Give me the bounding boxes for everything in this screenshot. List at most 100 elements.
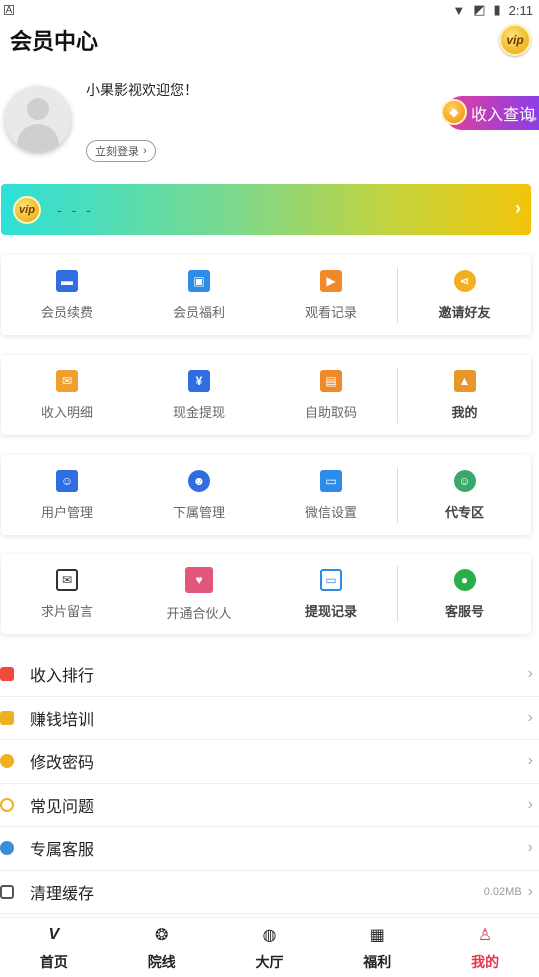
list-item-label: 修改密码 [30, 755, 95, 773]
settings-list: 收入排行 › 赚钱培训 › 修改密码 › 常见问题 › 专属客服 › 清理缓存 … [0, 653, 539, 914]
list-item-label: 专属客服 [30, 842, 95, 860]
header: 会员中心 vip [0, 20, 539, 60]
grid-item-partner[interactable]: ♥ 开通合伙人 [133, 554, 265, 634]
income-query-mask: *** [525, 116, 537, 127]
grid-item-service-account[interactable]: ● 客服号 [397, 566, 531, 622]
status-time: 2:11 [508, 2, 533, 18]
grid-item-wechat-settings[interactable]: ▭ 微信设置 [265, 455, 397, 535]
grid-item-sub-manage[interactable]: ☻ 下属管理 [133, 455, 265, 535]
envelope-icon: ✉ [56, 369, 78, 392]
tab-label: 首页 [39, 953, 68, 970]
list-item-faq[interactable]: 常见问题 › [0, 784, 539, 827]
list-item-earning-training[interactable]: 赚钱培训 › [0, 697, 539, 740]
image-icon: ▲ [453, 369, 476, 392]
question-icon [0, 797, 14, 812]
page-title: 会员中心 [10, 29, 99, 54]
list-item-income-ranking[interactable]: 收入排行 › [0, 653, 539, 697]
wallet-icon: ▬ [56, 269, 78, 292]
grid-item-mine[interactable]: ▲ 我的 [397, 367, 531, 423]
book-icon [0, 710, 14, 725]
tab-home[interactable]: V 首页 [0, 918, 108, 977]
tab-label: 我的 [471, 953, 500, 970]
agent-icon: ☺ [453, 469, 476, 492]
login-label: 立刻登录 [95, 146, 139, 158]
function-card-3: ☺ 用户管理 ☻ 下属管理 ▭ 微信设置 ☺ 代专区 [1, 455, 531, 535]
cache-size: 0.02MB [483, 885, 522, 898]
planet-icon: ◍ [262, 926, 277, 944]
grid-item-label: 用户管理 [40, 504, 93, 520]
grid-item-request-message[interactable]: ✉ 求片留言 [1, 554, 133, 634]
vip-medal-icon: vip [13, 195, 41, 224]
chevron-right-icon: › [527, 839, 533, 857]
status-bar: A ▼ ◩ ▮ 2:11 [0, 0, 539, 20]
grid-item-label: 求片留言 [40, 603, 93, 619]
grid-item-label: 现金提现 [172, 404, 225, 420]
grid-item-user-manage[interactable]: ☺ 用户管理 [1, 455, 133, 535]
person-icon: ♙ [477, 926, 493, 944]
tab-label: 福利 [363, 953, 392, 970]
grid-item-withdraw[interactable]: ¥ 现金提现 [133, 355, 265, 435]
grid-item-history[interactable]: ▶ 观看记录 [265, 255, 397, 335]
grid-item-withdraw-records[interactable]: ▭ 提现记录 [265, 554, 397, 634]
function-card-2: ✉ 收入明细 ¥ 现金提现 ▤ 自助取码 ▲ 我的 [1, 355, 531, 435]
no-sim-icon: ◩ [473, 2, 486, 17]
grid-item-self-code[interactable]: ▤ 自助取码 [265, 355, 397, 435]
mail-icon: ✉ [56, 568, 78, 591]
film-reel-icon: ❂ [154, 926, 169, 944]
notification-icon: A [4, 5, 14, 16]
gift-box-icon: ▦ [369, 926, 385, 944]
vip-status-text: - - - [57, 201, 94, 218]
list-item-exclusive-service[interactable]: 专属客服 › [0, 827, 539, 871]
grid-item-income-detail[interactable]: ✉ 收入明细 [1, 355, 133, 435]
chevron-right-icon: › [527, 752, 533, 770]
laptop-icon: ▭ [320, 568, 342, 591]
tab-mine[interactable]: ♙ 我的 [431, 918, 539, 977]
tab-hall[interactable]: ◍ 大厅 [216, 918, 324, 977]
wechat-icon: ● [453, 568, 476, 591]
chevron-right-icon: › [527, 795, 533, 813]
service-icon [0, 841, 14, 856]
tv-icon: ▶ [320, 269, 342, 292]
grid-item-benefits[interactable]: ▣ 会员福利 [133, 255, 265, 335]
chevron-right-icon: › [515, 198, 521, 218]
list-item-label: 清理缓存 [30, 885, 95, 903]
list-item-change-password[interactable]: 修改密码 › [0, 740, 539, 784]
function-card-1: ▬ 会员续费 ▣ 会员福利 ▶ 观看记录 ⋖ 邀请好友 [1, 255, 531, 335]
list-item-label: 收入排行 [30, 668, 95, 686]
bottom-tab-bar: V 首页 ❂ 院线 ◍ 大厅 ▦ 福利 ♙ 我的 [0, 917, 539, 977]
avatar-head-shape [27, 98, 49, 120]
avatar[interactable] [5, 86, 71, 152]
status-right: ▼ ◩ ▮ 2:11 [452, 2, 533, 18]
wifi-icon: ▼ [452, 2, 466, 18]
key-icon [0, 754, 14, 769]
login-button[interactable]: 立刻登录 › [86, 140, 156, 162]
tab-label: 院线 [147, 953, 176, 970]
vip-badge-icon[interactable]: vip [499, 24, 531, 56]
grid-item-label: 开通合伙人 [166, 605, 232, 621]
grid-item-label: 自助取码 [304, 404, 357, 420]
share-icon: ⋖ [453, 269, 476, 292]
grid-item-renew[interactable]: ▬ 会员续费 [1, 255, 133, 335]
vip-status-bar[interactable]: vip - - - › [1, 184, 531, 235]
grid-item-label: 我的 [451, 404, 478, 420]
welcome-text: 小果影视欢迎您！ [86, 82, 198, 98]
grid-item-label: 会员续费 [40, 304, 93, 320]
list-item-label: 常见问题 [30, 798, 95, 816]
grid-item-invite[interactable]: ⋖ 邀请好友 [397, 267, 531, 323]
grid-item-label: 观看记录 [304, 304, 357, 320]
battery-icon: ▮ [493, 2, 501, 17]
grid-item-agent-zone[interactable]: ☺ 代专区 [397, 467, 531, 523]
grid-item-label: 下属管理 [172, 504, 225, 520]
grid-item-label: 会员福利 [172, 304, 225, 320]
code-icon: ▤ [320, 369, 342, 392]
chevron-right-icon: › [527, 708, 533, 726]
chevron-right-icon: › [527, 665, 533, 683]
grid-item-label: 微信设置 [304, 504, 357, 520]
income-query-button[interactable]: ◆ 收入查询 *** [441, 96, 539, 130]
list-item-label: 赚钱培训 [30, 711, 95, 729]
tab-cinema[interactable]: ❂ 院线 [108, 918, 216, 977]
partner-icon: ♥ [185, 566, 213, 593]
list-item-clear-cache[interactable]: 清理缓存 0.02MB › [0, 871, 539, 914]
tab-label: 大厅 [255, 953, 284, 970]
tab-welfare[interactable]: ▦ 福利 [323, 918, 431, 977]
